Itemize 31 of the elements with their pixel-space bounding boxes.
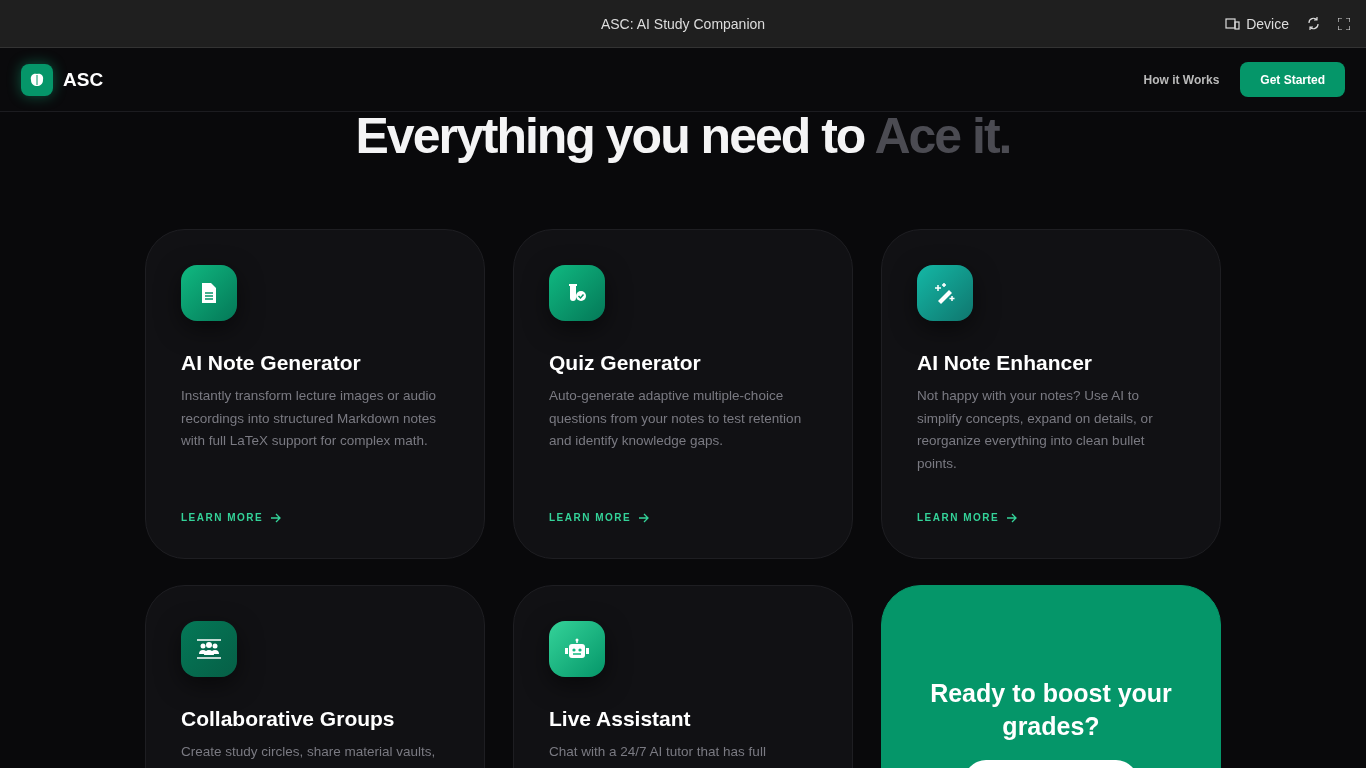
nav-link[interactable]: How it Works — [1143, 72, 1220, 87]
fullscreen-icon[interactable] — [1338, 17, 1350, 30]
feature-title: AI Note Enhancer — [917, 351, 1094, 375]
feature-description: Create study circles, share material vaults, — [181, 743, 437, 761]
get-started-button[interactable]: Get Started — [1240, 62, 1345, 97]
document-icon — [201, 283, 217, 303]
magic-wand-icon — [934, 282, 956, 304]
group-icon — [196, 638, 222, 660]
learn-more-link[interactable]: LEARN MORE — [917, 512, 1185, 523]
feature-title: Collaborative Groups — [181, 707, 396, 731]
logo-text: ASC — [63, 68, 104, 91]
rotate-icon[interactable] — [1307, 17, 1320, 30]
cta-heading: Ready to boost your grades? — [929, 678, 1173, 742]
arrow-right-icon — [1007, 512, 1018, 523]
arrow-right-icon — [639, 512, 650, 523]
devices-icon — [1225, 17, 1241, 30]
feature-title: Quiz Generator — [549, 351, 702, 375]
test-tube-check-icon — [566, 283, 588, 303]
brain-logo-icon[interactable] — [21, 63, 53, 96]
robot-icon — [565, 638, 589, 660]
feature-title: AI Note Generator — [181, 351, 362, 375]
device-button[interactable]: Device — [1225, 15, 1289, 32]
feature-description: Auto-generate adaptive multiple-choice questions from your notes to test retention and identify knowledge gaps. — [549, 387, 803, 450]
feature-description: Not happy with your notes? Use AI to simplify concepts, expand on details, or reorganize everything into clean bullet points. — [917, 387, 1154, 473]
arrow-right-icon — [271, 512, 282, 523]
learn-more-link[interactable]: LEARN MORE — [549, 512, 817, 523]
learn-more-link[interactable]: LEARN MORE — [181, 512, 449, 523]
feature-description: Instantly transform lecture images or audio recordings into structured Markdown notes with full LaTeX support for complex math. — [181, 387, 438, 450]
feature-title: Live Assistant — [549, 707, 692, 731]
window-title: ASC: AI Study Companion — [600, 15, 766, 32]
feature-description: Chat with a 24/7 AI tutor that has full — [549, 743, 767, 761]
